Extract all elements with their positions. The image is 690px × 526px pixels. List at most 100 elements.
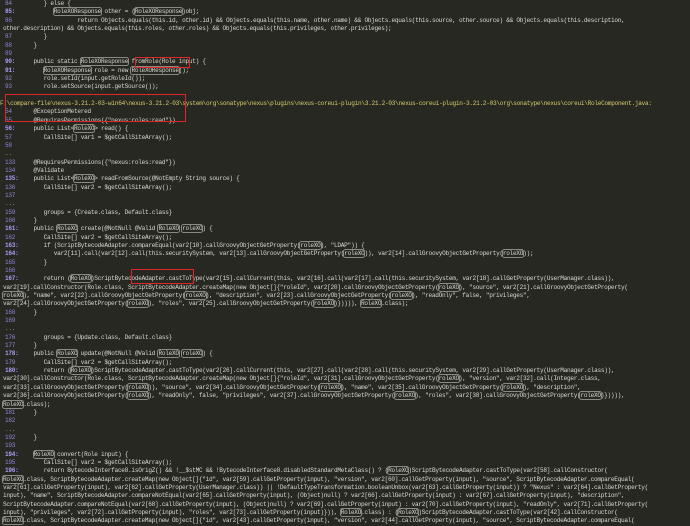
symbol-highlight: roleXO: [299, 240, 322, 250]
code-line: 137: [0, 192, 690, 200]
code-line-wrap: var2[24].callGroovyObjectGetProperty(rol…: [0, 299, 690, 309]
code-text: public List<RoleXO> read() {: [20, 124, 129, 134]
code-text: @RequiresPermissions({"nexus:roles:read"…: [20, 158, 176, 166]
code-text: }: [20, 408, 38, 416]
code-text: var2[24].callGroovyObjectGetProperty(rol…: [3, 299, 409, 309]
code-line: 88 }: [0, 42, 690, 50]
symbol-highlight: roleXO: [184, 291, 207, 301]
symbol-highlight: roleXO: [126, 391, 150, 401]
code-line: 58: [0, 142, 690, 150]
line-number: 56:: [5, 125, 16, 133]
highlight-box-new-roleXOResponse: [135, 57, 190, 68]
code-line: 165 }: [0, 259, 690, 267]
line-number: 91:: [5, 66, 16, 74]
symbol-highlight: RoleXO: [397, 507, 420, 517]
line-number: 137: [5, 191, 16, 199]
line-number: 168: [5, 308, 16, 316]
code-line-wrap: var2[61].callGetProperty(input), var2[62…: [0, 484, 690, 492]
line-number: 166: [5, 267, 16, 274]
code-text: role.setId(input.getRoleId());: [20, 75, 146, 83]
elided-lines: ..: [0, 150, 690, 158]
code-line: 85: RoleXOResponse other = (RoleXORespon…: [0, 7, 690, 17]
symbol-highlight: RoleXO: [157, 349, 180, 359]
code-line: 56: public List<RoleXO> read() {: [0, 124, 690, 134]
symbol-highlight: RoleXO: [69, 366, 92, 376]
code-line-wrap: other.description) && Objects.equals(thi…: [0, 25, 690, 33]
code-viewer[interactable]: 84 } else {85: RoleXOResponse other = (R…: [0, 0, 690, 526]
symbol-highlight: roleXO: [390, 291, 413, 301]
line-number: 167:: [5, 275, 19, 283]
symbol-highlight: RoleXOResponse: [133, 7, 184, 17]
highlight-box-roles-property: [131, 269, 194, 284]
code-text: input), "name", ScriptBytecodeAdapter.co…: [3, 492, 625, 500]
symbol-highlight: RoleXOResponse: [42, 65, 92, 75]
line-number: 86: [5, 16, 12, 24]
symbol-highlight: roleXO: [343, 249, 366, 259]
line-number: 161:: [5, 225, 19, 233]
symbol-highlight: RoleXO: [56, 224, 79, 234]
code-line-wrap: input), "name", ScriptBytecodeAdapter.co…: [0, 492, 690, 500]
line-number: 93: [5, 83, 12, 91]
code-text: }: [20, 308, 38, 316]
line-number: 169: [5, 317, 16, 325]
line-number: 135:: [5, 175, 19, 183]
code-text: CallSite[] var2 = $getCallSiteArray();: [20, 233, 173, 241]
line-number: 194:: [5, 450, 19, 458]
code-line: 135: public List<RoleXO> readFromSource(…: [0, 174, 690, 184]
code-line: 192 }: [0, 434, 690, 442]
code-line: 179 CallSite[] var2 = $getCallSiteArray(…: [0, 359, 690, 367]
line-number: 163:: [5, 241, 19, 249]
code-text: RoleXO.class, ScriptBytecodeAdapter.crea…: [1, 516, 635, 526]
symbol-highlight: roleXO: [126, 382, 150, 392]
line-number: 58: [5, 141, 12, 149]
code-text: var2[19].callConstructor(Role.class, Scr…: [3, 282, 628, 292]
elided-lines: ...: [0, 426, 690, 434]
code-line: 178: public RoleXO update(@NotNull @Vali…: [0, 349, 690, 359]
code-text: }: [20, 41, 38, 49]
line-number: 181: [5, 408, 16, 416]
code-line: 196: return BytecodeInterface8.isOrigZ()…: [0, 466, 690, 476]
code-line: 176 groups = {Update.class, Default.clas…: [0, 334, 690, 342]
line-number: 164:: [5, 250, 19, 258]
symbol-highlight: RoleXO: [339, 507, 362, 517]
ellipsis: ...: [5, 325, 16, 333]
code-line: 159 groups = {Create.class, Default.clas…: [0, 209, 690, 217]
highlight-box-read-method: [5, 94, 186, 122]
code-line-wrap: input), "privileges", var2[72].callGetPr…: [0, 507, 690, 517]
symbol-highlight: RoleXO: [1, 474, 25, 484]
line-number: 177: [5, 342, 16, 350]
code-line: 194: RoleXO convert(Role input) {: [0, 449, 690, 459]
line-number: 84: [5, 0, 12, 7]
code-line-wrap: var2[36].callGroovyObjectGetProperty(rol…: [0, 391, 690, 401]
code-text: var2[36].callGroovyObjectGetProperty(rol…: [3, 391, 625, 401]
ellipsis: ...: [5, 200, 16, 208]
symbol-highlight: RoleXO: [387, 466, 410, 476]
code-line: 168 }: [0, 309, 690, 317]
code-line: 167: return (RoleXO)ScriptBytecodeAdapte…: [0, 274, 690, 284]
symbol-highlight: roleXO: [312, 299, 335, 309]
line-number: 193: [5, 442, 16, 450]
code-line: 136 CallSite[] var2 = $getCallSiteArray(…: [0, 184, 690, 192]
code-line: 134 @Validate: [0, 167, 690, 175]
code-text: }: [20, 258, 48, 266]
code-line: 162 CallSite[] var2 = $getCallSiteArray(…: [0, 234, 690, 242]
line-number: 159: [5, 208, 16, 216]
symbol-highlight: roleXO: [319, 382, 342, 392]
symbol-highlight: roleXO: [181, 349, 204, 359]
line-number: 179: [5, 358, 16, 366]
code-text: RoleXO.class);: [1, 399, 51, 409]
symbol-highlight: roleXO: [181, 224, 204, 234]
symbol-highlight: roleXO: [579, 391, 602, 401]
code-line: 195 CallSite[] var2 = $getCallSiteArray(…: [0, 459, 690, 467]
symbol-highlight: RoleXOResponse: [79, 57, 130, 67]
code-text: var2[11].call(var2[12].call(this.securit…: [20, 249, 534, 259]
line-number: 57: [5, 133, 12, 141]
code-line-wrap: var2[19].callConstructor(Role.class, Scr…: [0, 282, 690, 292]
code-text: }: [20, 33, 48, 41]
code-text: @Validate: [20, 166, 65, 174]
code-text: groups = {Update.class, Default.class}: [20, 333, 173, 341]
symbol-highlight: RoleXOResponse: [52, 7, 103, 17]
code-text: CallSite[] var1 = $getCallSiteArray();: [20, 133, 173, 141]
line-number: 195: [5, 458, 16, 466]
symbol-highlight: roleXO: [393, 391, 417, 401]
